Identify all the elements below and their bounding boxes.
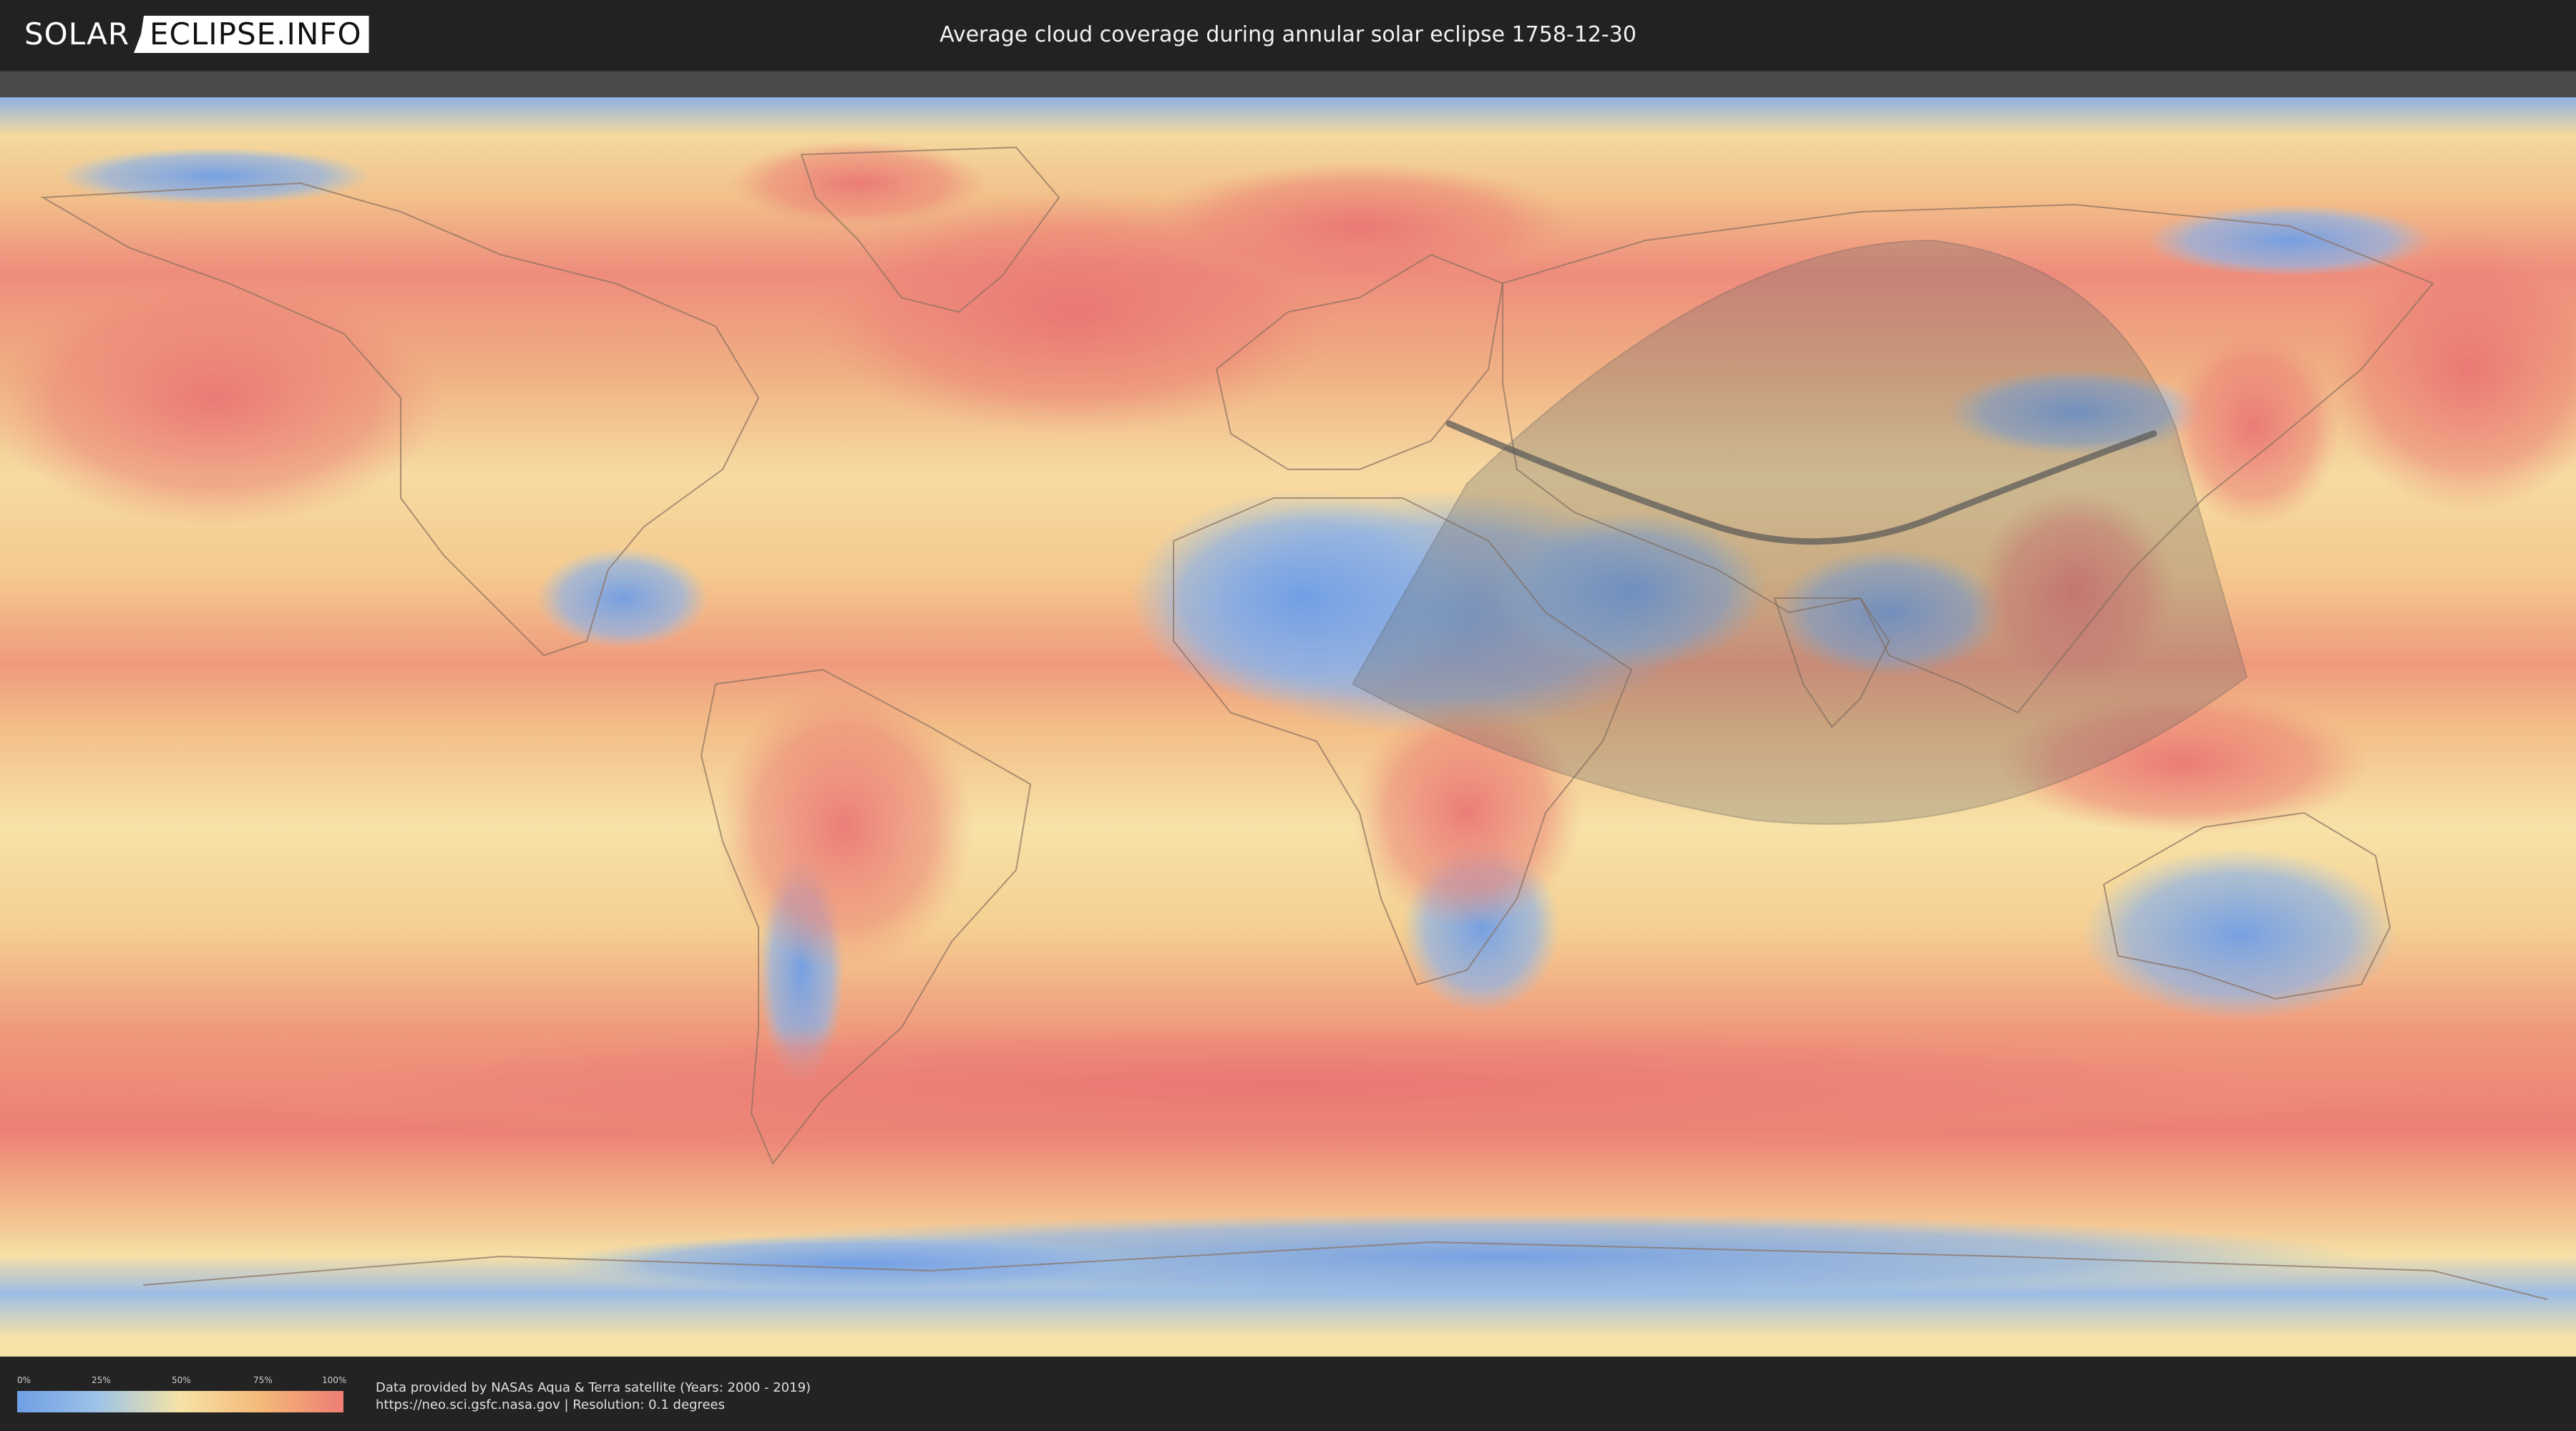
legend-ticks: 0% 25% 50% 75% 100% xyxy=(17,1375,347,1388)
header-bar: SOLAR ECLIPSE.INFO Average cloud coverag… xyxy=(0,0,2576,72)
toolbar-strip xyxy=(0,72,2576,97)
legend-tick-0: 0% xyxy=(17,1375,31,1385)
footer-bar: 0% 25% 50% 75% 100% Data provided by NAS… xyxy=(0,1358,2576,1431)
credits-line-2[interactable]: https://neo.sci.gsfc.nasa.gov | Resoluti… xyxy=(376,1397,811,1414)
cloud-coverage-legend: 0% 25% 50% 75% 100% xyxy=(17,1375,347,1415)
legend-tick-100: 100% xyxy=(322,1375,347,1385)
legend-color-bar xyxy=(17,1391,343,1412)
legend-tick-25: 25% xyxy=(92,1375,111,1385)
cloud-coverage-map[interactable] xyxy=(0,97,2576,1357)
legend-tick-50: 50% xyxy=(172,1375,191,1385)
page-title: Average cloud coverage during annular so… xyxy=(940,22,1636,47)
legend-tick-75: 75% xyxy=(253,1375,273,1385)
credits-line-1: Data provided by NASAs Aqua & Terra sate… xyxy=(376,1380,811,1395)
data-credits: Data provided by NASAs Aqua & Terra sate… xyxy=(376,1379,811,1414)
world-map-svg xyxy=(0,97,2576,1357)
